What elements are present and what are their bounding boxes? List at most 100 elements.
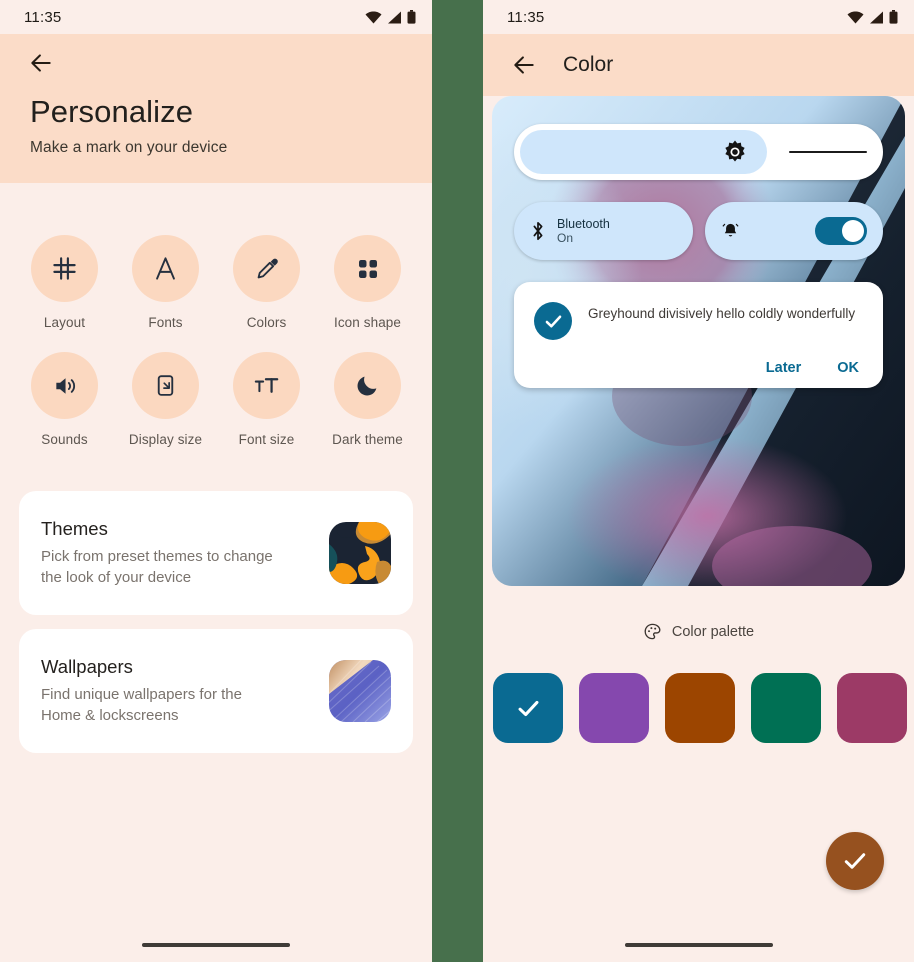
brightness-icon bbox=[725, 140, 746, 162]
status-bar: 11:35 bbox=[483, 0, 914, 34]
theme-preview[interactable]: Bluetooth On Greyhound divisively hello … bbox=[492, 96, 905, 586]
swatch-2[interactable] bbox=[665, 673, 735, 743]
color-swatches bbox=[483, 673, 914, 743]
screenshot-root: 11:35 Personalize Make a mark on your de… bbox=[0, 0, 914, 962]
back-arrow-icon[interactable] bbox=[511, 52, 537, 78]
apply-fab-button[interactable] bbox=[826, 832, 884, 890]
dialog-message: Greyhound divisively hello coldly wonder… bbox=[588, 306, 856, 321]
option-icon-wrap bbox=[31, 352, 98, 419]
option-icon-wrap bbox=[31, 235, 98, 302]
brightness-slider[interactable] bbox=[514, 124, 883, 180]
color-header: Color bbox=[483, 34, 914, 96]
grid-row-1: Layout Fonts Colors Icon shape bbox=[14, 235, 418, 330]
check-icon bbox=[518, 700, 538, 716]
personalize-cards: Themes Pick from preset themes to change… bbox=[0, 447, 432, 753]
app-shape-icon bbox=[358, 259, 377, 278]
grid-row-2: Sounds Display size Font size Dark theme bbox=[14, 352, 418, 447]
color-palette-header: Color palette bbox=[483, 622, 914, 641]
home-handle[interactable] bbox=[142, 943, 290, 947]
wifi-icon bbox=[365, 11, 382, 23]
option-font-size[interactable]: Font size bbox=[216, 352, 317, 447]
option-dark-theme[interactable]: Dark theme bbox=[317, 352, 418, 447]
palette-icon bbox=[644, 623, 661, 640]
option-label: Sounds bbox=[41, 432, 88, 447]
bell-icon bbox=[722, 223, 738, 237]
swatch-4[interactable] bbox=[837, 673, 907, 743]
check-icon bbox=[545, 315, 561, 327]
option-label: Font size bbox=[238, 432, 295, 447]
bluetooth-icon bbox=[533, 221, 543, 241]
card-text: Wallpapers Find unique wallpapers for th… bbox=[41, 656, 329, 727]
dialog-ok-button[interactable]: OK bbox=[837, 360, 859, 376]
tile-title: Bluetooth bbox=[557, 216, 610, 231]
option-icon-wrap bbox=[132, 352, 199, 419]
dialog-row: Greyhound divisively hello coldly wonder… bbox=[534, 302, 863, 340]
swatch-3[interactable] bbox=[751, 673, 821, 743]
option-icon-wrap bbox=[132, 235, 199, 302]
page-title: Color bbox=[563, 53, 614, 76]
moon-icon bbox=[357, 376, 377, 396]
battery-icon bbox=[889, 10, 898, 24]
dialog-later-button[interactable]: Later bbox=[766, 360, 801, 376]
themes-thumbnail bbox=[329, 522, 391, 584]
wifi-icon bbox=[847, 11, 864, 23]
preview-wrap: Bluetooth On Greyhound divisively hello … bbox=[483, 96, 914, 586]
status-icons bbox=[847, 10, 898, 24]
check-icon bbox=[844, 853, 866, 869]
card-text: Themes Pick from preset themes to change… bbox=[41, 518, 329, 589]
personalize-options-grid: Layout Fonts Colors Icon shape Sounds Di… bbox=[0, 183, 432, 447]
card-description: Find unique wallpapers for the Home & lo… bbox=[41, 685, 242, 724]
status-icons bbox=[365, 10, 416, 24]
card-themes[interactable]: Themes Pick from preset themes to change… bbox=[19, 491, 413, 615]
option-label: Layout bbox=[43, 315, 86, 330]
check-circle-icon bbox=[534, 302, 572, 340]
tile-bluetooth[interactable]: Bluetooth On bbox=[514, 202, 693, 260]
option-label: Dark theme bbox=[332, 432, 403, 447]
nav-bar bbox=[0, 928, 432, 962]
option-layout[interactable]: Layout bbox=[14, 235, 115, 330]
page-title: Personalize bbox=[30, 94, 194, 129]
nav-bar bbox=[483, 928, 914, 962]
option-label: Icon shape bbox=[333, 315, 402, 330]
color-screen: 11:35 Color Bluetooth On Greyhound divis… bbox=[483, 0, 914, 962]
tile-notifications[interactable] bbox=[704, 202, 883, 260]
wallpapers-thumbnail bbox=[329, 660, 391, 722]
card-wallpapers[interactable]: Wallpapers Find unique wallpapers for th… bbox=[19, 629, 413, 753]
status-time: 11:35 bbox=[507, 8, 545, 26]
option-icon-wrap bbox=[334, 235, 401, 302]
home-handle[interactable] bbox=[624, 943, 773, 947]
eyedropper-icon bbox=[257, 258, 278, 278]
grid-icon bbox=[53, 257, 76, 280]
card-title: Themes bbox=[41, 517, 108, 539]
brightness-track bbox=[789, 151, 867, 153]
personalize-screen: 11:35 Personalize Make a mark on your de… bbox=[0, 0, 432, 962]
screens-divider bbox=[432, 0, 483, 962]
card-description: Pick from preset themes to change the lo… bbox=[41, 547, 273, 586]
signal-icon bbox=[388, 11, 401, 23]
swatch-0[interactable] bbox=[493, 673, 563, 743]
signal-icon bbox=[870, 11, 883, 23]
preview-dialog: Greyhound divisively hello coldly wonder… bbox=[514, 282, 883, 388]
page-subtitle: Make a mark on your device bbox=[30, 139, 228, 156]
option-colors[interactable]: Colors bbox=[216, 235, 317, 330]
status-bar: 11:35 bbox=[0, 0, 432, 34]
tile-subtitle: On bbox=[557, 231, 574, 246]
swatch-1[interactable] bbox=[579, 673, 649, 743]
option-label: Colors bbox=[246, 315, 287, 330]
back-arrow-icon[interactable] bbox=[28, 50, 54, 76]
option-icon-wrap bbox=[233, 352, 300, 419]
quick-settings-layer: Bluetooth On Greyhound divisively hello … bbox=[492, 96, 905, 586]
option-label: Fonts bbox=[148, 315, 183, 330]
option-icon-wrap bbox=[334, 352, 401, 419]
option-icon-shape[interactable]: Icon shape bbox=[317, 235, 418, 330]
quick-setting-tiles: Bluetooth On bbox=[514, 202, 883, 260]
notification-toggle[interactable] bbox=[815, 217, 867, 245]
option-sounds[interactable]: Sounds bbox=[14, 352, 115, 447]
font-a-icon bbox=[156, 257, 175, 280]
card-title: Wallpapers bbox=[41, 655, 133, 677]
volume-icon bbox=[55, 377, 75, 394]
option-display-size[interactable]: Display size bbox=[115, 352, 216, 447]
option-fonts[interactable]: Fonts bbox=[115, 235, 216, 330]
themes-thumbnail-art bbox=[329, 522, 391, 584]
option-label: Display size bbox=[128, 432, 203, 447]
